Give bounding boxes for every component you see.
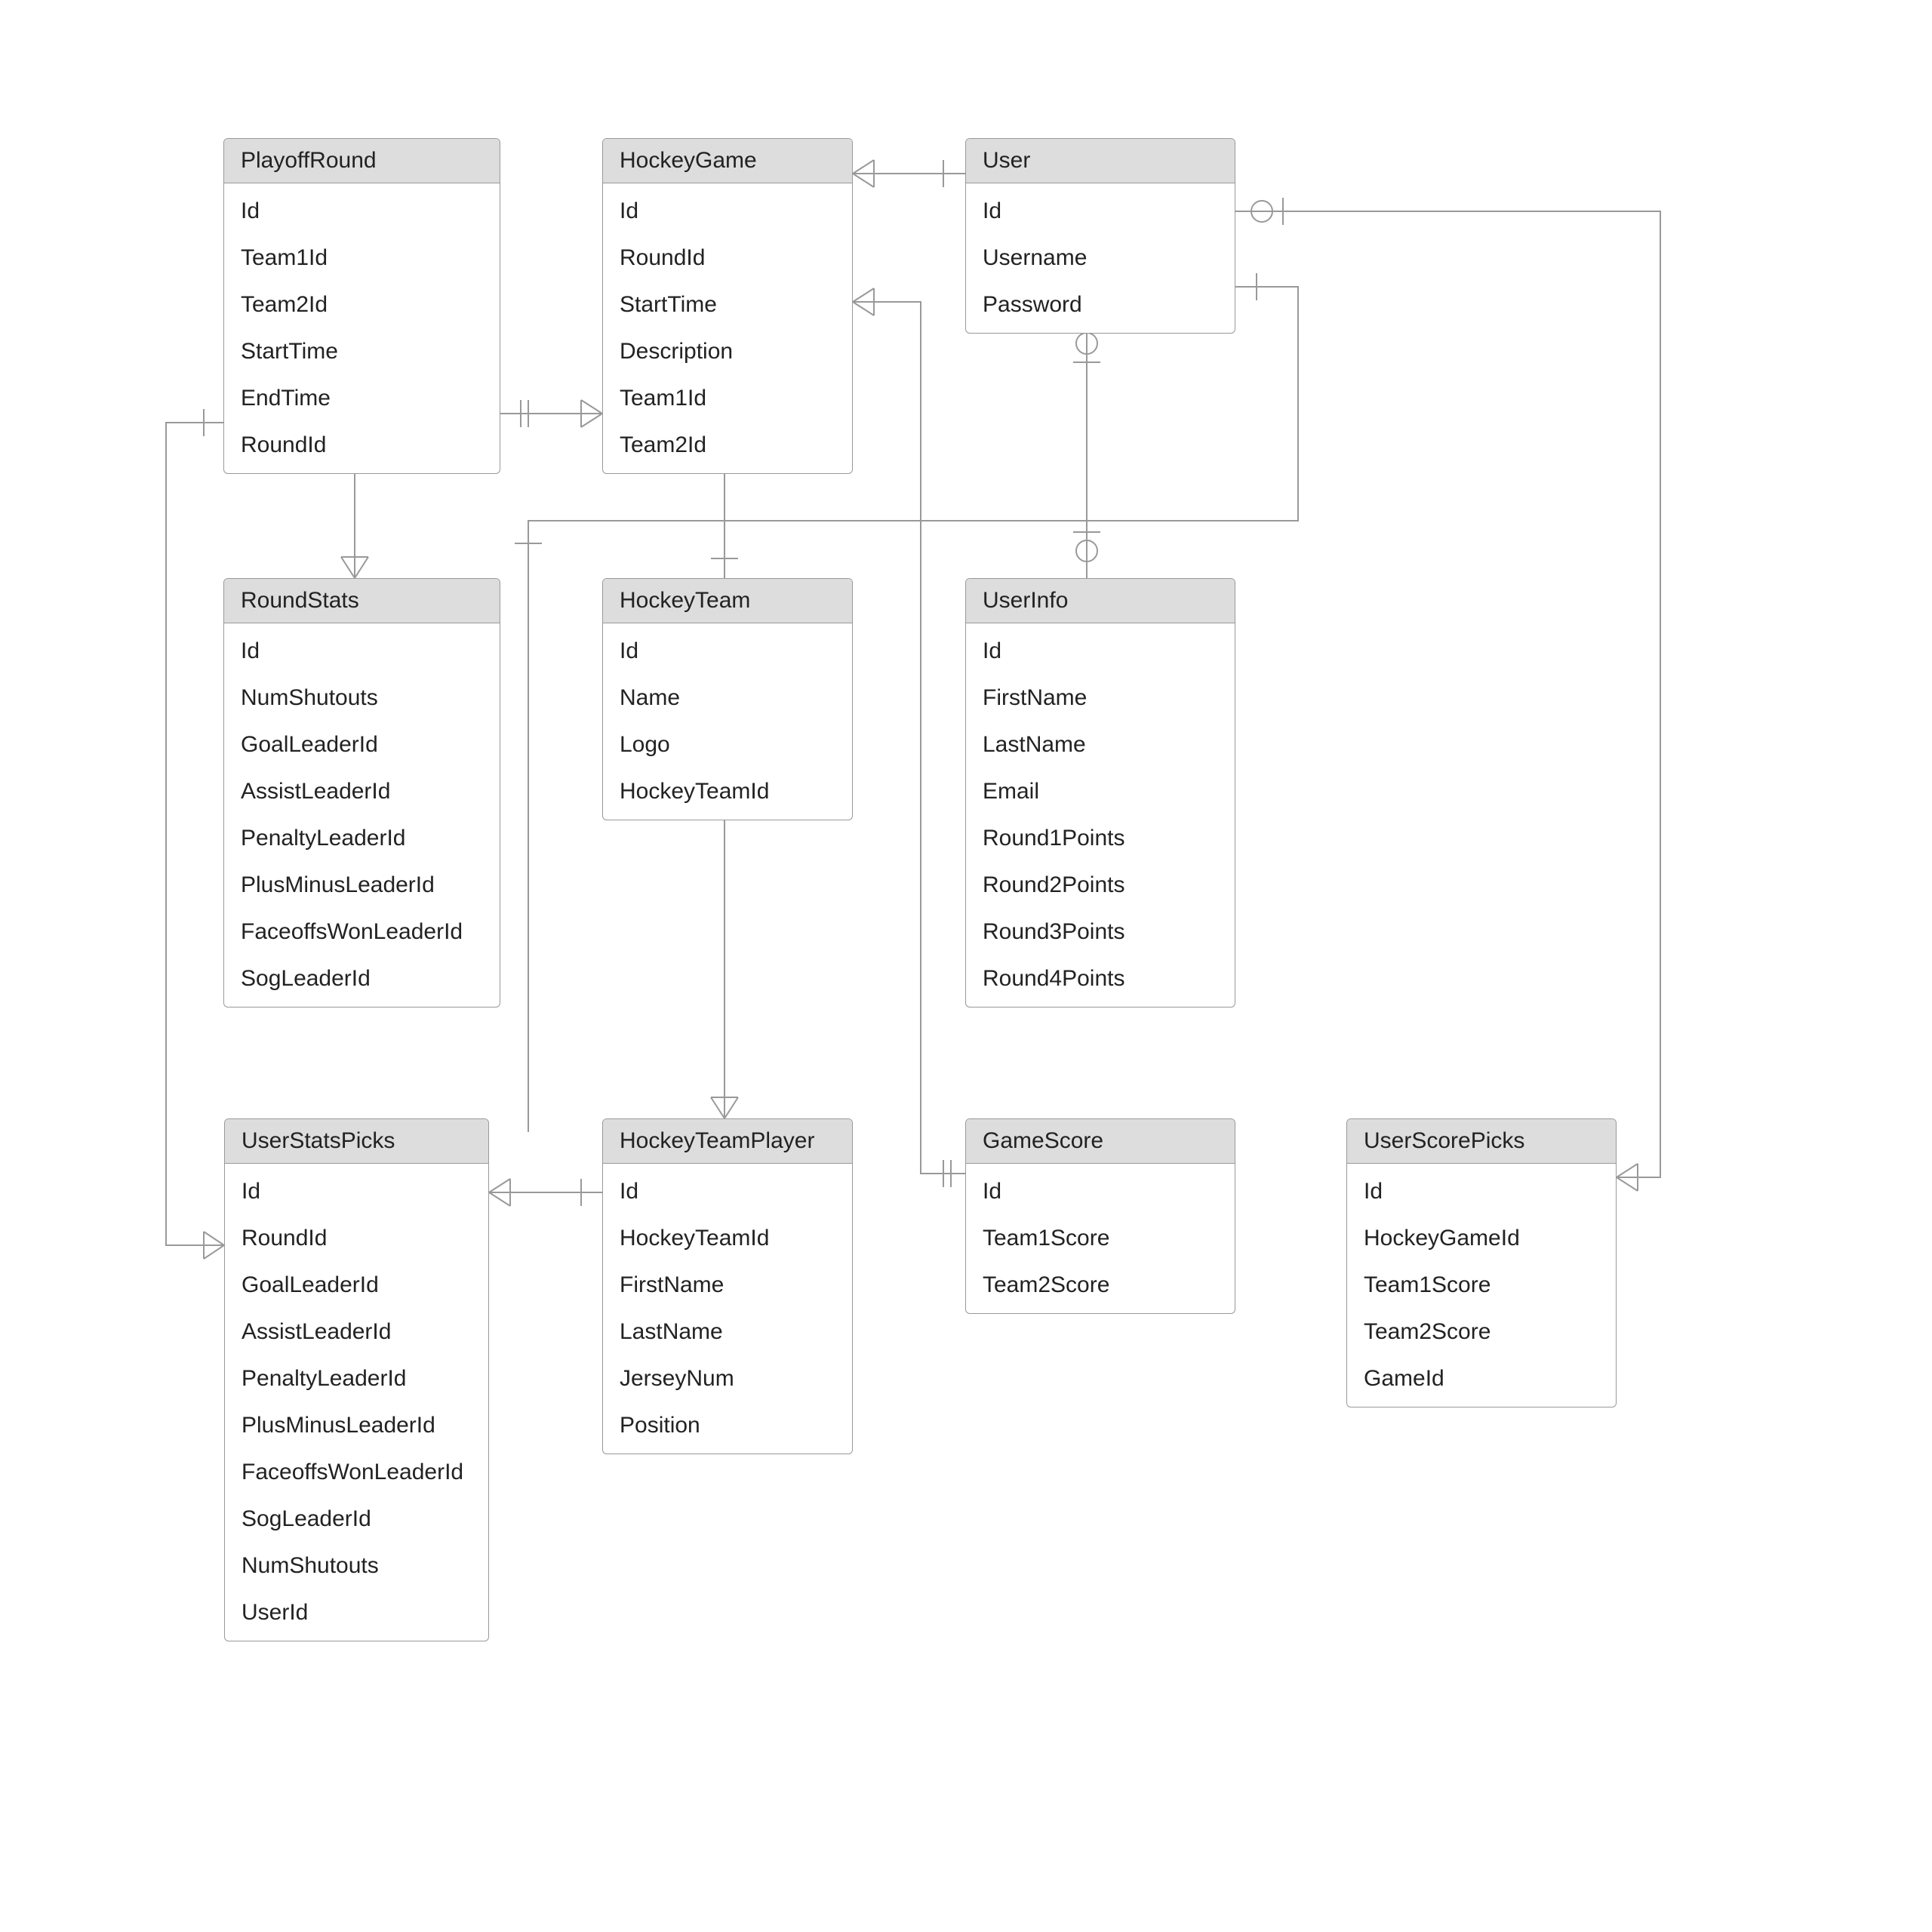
field: PlusMinusLeaderId xyxy=(224,862,500,909)
field: Team1Id xyxy=(224,235,500,281)
entity-rows: Id FirstName LastName Email Round1Points… xyxy=(966,623,1235,1007)
entity-roundstats: RoundStats Id NumShutouts GoalLeaderId A… xyxy=(223,578,500,1008)
entity-title: PlayoffRound xyxy=(224,139,500,183)
field: Username xyxy=(966,235,1235,281)
entity-userinfo: UserInfo Id FirstName LastName Email Rou… xyxy=(965,578,1235,1008)
field: AssistLeaderId xyxy=(224,768,500,815)
field: Team1Score xyxy=(966,1215,1235,1262)
entity-rows: Id NumShutouts GoalLeaderId AssistLeader… xyxy=(224,623,500,1007)
entity-title: HockeyTeam xyxy=(603,579,852,623)
field: Round4Points xyxy=(966,955,1235,1002)
field: PenaltyLeaderId xyxy=(225,1355,488,1402)
field: Password xyxy=(966,281,1235,328)
field: RoundId xyxy=(603,235,852,281)
field: SogLeaderId xyxy=(225,1496,488,1543)
entity-hockeyteam: HockeyTeam Id Name Logo HockeyTeamId xyxy=(602,578,853,820)
field: Team2Id xyxy=(603,422,852,469)
field: RoundId xyxy=(224,422,500,469)
entity-title: UserScorePicks xyxy=(1347,1119,1616,1164)
field: NumShutouts xyxy=(224,675,500,721)
entity-title: UserInfo xyxy=(966,579,1235,623)
field: Position xyxy=(603,1402,852,1449)
field: Id xyxy=(224,628,500,675)
entity-title: HockeyGame xyxy=(603,139,852,183)
entity-rows: Id RoundId GoalLeaderId AssistLeaderId P… xyxy=(225,1164,488,1641)
field: EndTime xyxy=(224,375,500,422)
field: HockeyGameId xyxy=(1347,1215,1616,1262)
field: Team2Score xyxy=(966,1262,1235,1309)
field: LastName xyxy=(603,1309,852,1355)
field: Team1Id xyxy=(603,375,852,422)
field: Team2Id xyxy=(224,281,500,328)
field: Id xyxy=(603,1168,852,1215)
field: StartTime xyxy=(224,328,500,375)
field: Logo xyxy=(603,721,852,768)
entity-rows: Id Username Password xyxy=(966,183,1235,333)
field: Id xyxy=(1347,1168,1616,1215)
field: Name xyxy=(603,675,852,721)
field: Round3Points xyxy=(966,909,1235,955)
entity-userstatspicks: UserStatsPicks Id RoundId GoalLeaderId A… xyxy=(224,1118,489,1641)
field: AssistLeaderId xyxy=(225,1309,488,1355)
er-diagram-canvas: PlayoffRound Id Team1Id Team2Id StartTim… xyxy=(0,0,1932,1932)
entity-title: RoundStats xyxy=(224,579,500,623)
entity-rows: Id RoundId StartTime Description Team1Id… xyxy=(603,183,852,473)
field: FirstName xyxy=(966,675,1235,721)
entity-title: GameScore xyxy=(966,1119,1235,1164)
field: Id xyxy=(225,1168,488,1215)
field: GoalLeaderId xyxy=(225,1262,488,1309)
entity-rows: Id Team1Id Team2Id StartTime EndTime Rou… xyxy=(224,183,500,473)
field: Id xyxy=(603,188,852,235)
entity-hockeygame: HockeyGame Id RoundId StartTime Descript… xyxy=(602,138,853,474)
field: Id xyxy=(603,628,852,675)
entity-hockeyteamplayer: HockeyTeamPlayer Id HockeyTeamId FirstNa… xyxy=(602,1118,853,1454)
field: StartTime xyxy=(603,281,852,328)
field: LastName xyxy=(966,721,1235,768)
field: FaceoffsWonLeaderId xyxy=(224,909,500,955)
field: Description xyxy=(603,328,852,375)
field: Id xyxy=(966,628,1235,675)
entity-rows: Id HockeyGameId Team1Score Team2Score Ga… xyxy=(1347,1164,1616,1407)
entity-playoffround: PlayoffRound Id Team1Id Team2Id StartTim… xyxy=(223,138,500,474)
entity-userscorepicks: UserScorePicks Id HockeyGameId Team1Scor… xyxy=(1346,1118,1617,1407)
entity-rows: Id Name Logo HockeyTeamId xyxy=(603,623,852,820)
entity-gamescore: GameScore Id Team1Score Team2Score xyxy=(965,1118,1235,1314)
field: Team2Score xyxy=(1347,1309,1616,1355)
field: RoundId xyxy=(225,1215,488,1262)
entity-title: UserStatsPicks xyxy=(225,1119,488,1164)
field: Id xyxy=(966,1168,1235,1215)
field: FaceoffsWonLeaderId xyxy=(225,1449,488,1496)
field: HockeyTeamId xyxy=(603,1215,852,1262)
field: HockeyTeamId xyxy=(603,768,852,815)
field: PenaltyLeaderId xyxy=(224,815,500,862)
field: Team1Score xyxy=(1347,1262,1616,1309)
field: Round1Points xyxy=(966,815,1235,862)
field: FirstName xyxy=(603,1262,852,1309)
entity-user: User Id Username Password xyxy=(965,138,1235,334)
field: Email xyxy=(966,768,1235,815)
entity-rows: Id Team1Score Team2Score xyxy=(966,1164,1235,1313)
field: SogLeaderId xyxy=(224,955,500,1002)
field: Id xyxy=(966,188,1235,235)
field: GameId xyxy=(1347,1355,1616,1402)
field: PlusMinusLeaderId xyxy=(225,1402,488,1449)
field: GoalLeaderId xyxy=(224,721,500,768)
entity-title: User xyxy=(966,139,1235,183)
entity-title: HockeyTeamPlayer xyxy=(603,1119,852,1164)
field: JerseyNum xyxy=(603,1355,852,1402)
field: Round2Points xyxy=(966,862,1235,909)
field: UserId xyxy=(225,1589,488,1636)
field: Id xyxy=(224,188,500,235)
field: NumShutouts xyxy=(225,1543,488,1589)
entity-rows: Id HockeyTeamId FirstName LastName Jerse… xyxy=(603,1164,852,1454)
